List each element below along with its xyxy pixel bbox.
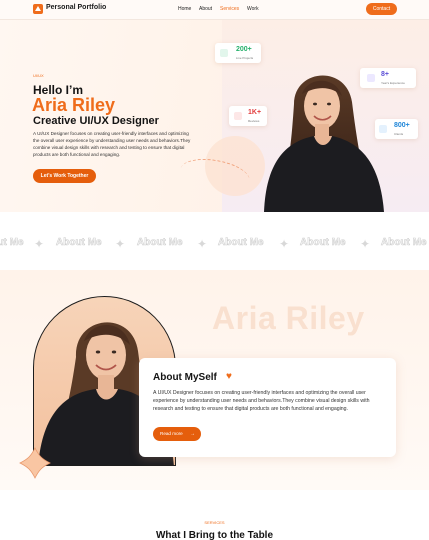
services-title: What I Bring to the Table — [155, 530, 274, 540]
hero-description: A UI/UX Designer focuses on creating use… — [33, 131, 191, 157]
stat-card-reviews: 1K+ Reviews — [229, 106, 267, 126]
stat-clients-value: 800+ — [394, 122, 410, 129]
marquee-text: About Me — [218, 237, 264, 249]
stat-reviews-label: Reviews — [248, 119, 260, 123]
stat-reviews-value: 1K+ — [248, 109, 262, 116]
stat-card-experience: 8+ Year's Experience — [360, 68, 416, 88]
projects-icon — [220, 49, 228, 57]
hero-role: Creative UI/UX Designer — [33, 115, 159, 127]
nav-link-services[interactable]: Services — [220, 6, 239, 12]
arrow-right-icon: → — [190, 431, 195, 437]
hero-tag: UI/UX — [33, 73, 44, 78]
sparkle-icon: ✦ — [197, 237, 208, 251]
sparkle-icon: ✦ — [279, 237, 290, 251]
clients-icon — [379, 125, 387, 133]
nav-link-work[interactable]: Work — [247, 6, 259, 12]
hero-name: Aria Riley — [32, 95, 116, 115]
stat-projects-value: 200+ — [236, 46, 252, 53]
marquee-text: About Me — [381, 237, 427, 249]
about-title: About MySelf — [153, 372, 217, 383]
contact-button[interactable]: Contact — [366, 3, 397, 15]
sparkle-icon: ✦ — [34, 237, 45, 251]
services-tag: SERVICES — [204, 520, 225, 525]
stat-clients-label: Clients — [394, 132, 404, 136]
stat-experience-value: 8+ — [381, 71, 389, 78]
about-description: A UI/UX Designer focuses on creating use… — [153, 390, 370, 412]
reviews-icon — [234, 112, 242, 120]
sparkle-icon: ✦ — [360, 237, 371, 251]
marquee-text: About Me — [56, 237, 102, 249]
brand-name[interactable]: Personal Portfolio — [46, 4, 106, 11]
sparkle-icon: ✦ — [115, 237, 126, 251]
heart-icon: ♥ — [226, 371, 232, 382]
about-me-marquee: About Me ✦ About Me ✦ About Me ✦ About M… — [0, 229, 429, 259]
nav-link-about[interactable]: About — [199, 6, 212, 12]
decorative-flower-icon — [19, 447, 51, 479]
stat-projects-label: Live Projects — [236, 56, 254, 60]
top-navbar: Personal Portfolio Home About Services W… — [0, 0, 429, 20]
stat-card-clients: 800+ Clients — [375, 119, 418, 139]
marquee-text: About Me — [300, 237, 346, 249]
lets-work-together-button[interactable]: Let’s Work Together — [33, 169, 96, 183]
experience-icon — [367, 74, 375, 82]
nav-link-home[interactable]: Home — [178, 6, 191, 12]
marquee-text: About Me — [0, 237, 24, 249]
logo-icon[interactable] — [33, 4, 43, 14]
about-watermark-name: Aria Riley — [212, 300, 365, 336]
stat-card-projects: 200+ Live Projects — [215, 43, 261, 63]
stat-experience-label: Year's Experience — [381, 81, 405, 85]
marquee-text: About Me — [137, 237, 183, 249]
